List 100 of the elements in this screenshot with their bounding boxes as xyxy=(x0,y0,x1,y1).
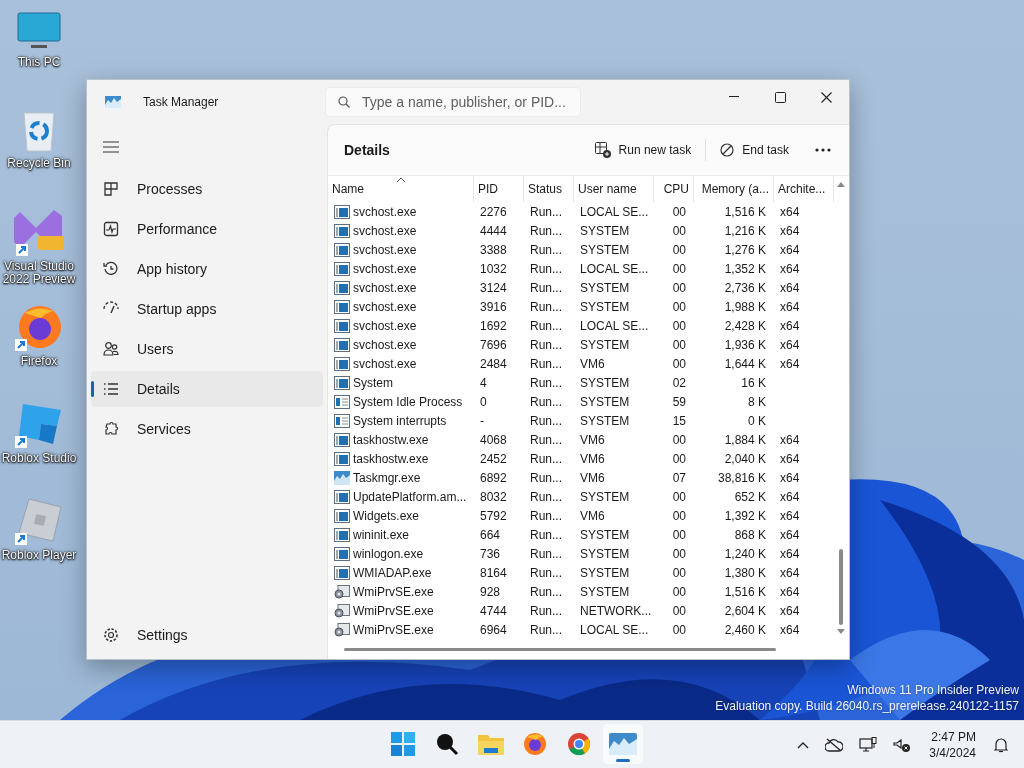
table-cell-text: 00 xyxy=(671,336,687,354)
table-cell-text: 7696 xyxy=(479,336,508,354)
settings-icon xyxy=(103,627,119,643)
search-field[interactable]: Type a name, publisher, or PID... xyxy=(325,87,581,117)
table-cell-text: VM6 xyxy=(579,355,606,373)
table-cell-text: 00 xyxy=(671,241,687,259)
chrome-icon[interactable] xyxy=(567,732,591,756)
table-cell-text: 1,988 K xyxy=(723,298,767,316)
table-cell-text: 4444 xyxy=(479,222,508,240)
table-cell-text: SYSTEM xyxy=(579,279,631,297)
table-cell-text: 00 xyxy=(671,545,687,563)
table-cell-text: VM6 xyxy=(579,507,606,525)
table-cell-text: 00 xyxy=(671,602,687,620)
table-cell-text: 00 xyxy=(671,317,687,335)
process-name: winlogon.exe xyxy=(353,546,424,561)
table-cell-text: Run... xyxy=(529,298,563,316)
table-cell-text: 0 xyxy=(479,393,488,411)
table-cell-text: x64 xyxy=(779,450,801,468)
program-window-icon xyxy=(334,280,350,295)
windows-logo-icon[interactable] xyxy=(391,732,415,756)
table-cell-text: LOCAL SE... xyxy=(579,621,650,639)
settings-nav-item[interactable]: Settings xyxy=(91,617,323,653)
nav-item[interactable]: Performance xyxy=(91,211,323,247)
table-cell-text: 2,736 K xyxy=(723,279,767,297)
new-task-icon xyxy=(594,142,611,158)
table-cell-text: x64 xyxy=(779,602,801,620)
process-name: Taskmgr.exe xyxy=(353,470,421,485)
nav-item[interactable]: Details xyxy=(91,371,323,407)
program-window-icon xyxy=(334,242,350,257)
task-manager-icon[interactable] xyxy=(609,733,637,755)
table-cell-text: Run... xyxy=(529,507,563,525)
table-cell-text: Run... xyxy=(529,583,563,601)
process-name: svchost.exe xyxy=(353,280,417,295)
table-cell-text: 1692 xyxy=(479,317,508,335)
table-cell-text: 38,816 K xyxy=(716,469,767,487)
table-cell-text: x64 xyxy=(779,621,801,639)
nav-item[interactable]: App history xyxy=(91,251,323,287)
search-icon xyxy=(338,96,350,108)
table-cell-text: 15 xyxy=(671,412,687,430)
table-cell-text: x64 xyxy=(779,488,801,506)
table-cell-text: 2,604 K xyxy=(723,602,767,620)
table-cell-text: VM6 xyxy=(579,450,606,468)
table-cell-text: LOCAL SE... xyxy=(579,203,650,221)
table-cell-text: 1,644 K xyxy=(723,355,767,373)
process-name: svchost.exe xyxy=(353,337,417,352)
table-cell-text: 3916 xyxy=(479,298,508,316)
table-cell-text: x64 xyxy=(779,298,801,316)
table-cell-text: x64 xyxy=(779,203,801,221)
table-cell-text: Run... xyxy=(529,412,563,430)
table-cell-text: 1,216 K xyxy=(723,222,767,240)
table-cell-text: Run... xyxy=(529,374,563,392)
table-cell-text: 1,240 K xyxy=(723,545,767,563)
end-task-button[interactable]: End task xyxy=(710,134,799,166)
cloud-off-icon xyxy=(825,737,844,752)
table-cell-text: SYSTEM xyxy=(579,545,631,563)
table-cell-text: 00 xyxy=(671,222,687,240)
run-new-task-button[interactable]: Run new task xyxy=(584,134,702,166)
table-cell-text: VM6 xyxy=(579,431,606,449)
table-cell-text: x64 xyxy=(779,317,801,335)
table-cell-text: 00 xyxy=(671,260,687,278)
program-window-icon xyxy=(334,223,350,238)
table-cell-text: 0 K xyxy=(747,412,767,430)
table-cell-text: 2,460 K xyxy=(723,621,767,639)
program-window-icon xyxy=(334,546,350,561)
table-cell-text: Run... xyxy=(529,203,563,221)
table-cell-text: x64 xyxy=(779,260,801,278)
horizontal-scrollbar[interactable] xyxy=(344,648,776,651)
nav-item[interactable]: Processes xyxy=(91,171,323,207)
nav-item[interactable]: Users xyxy=(91,331,323,367)
process-name: svchost.exe xyxy=(353,356,417,371)
history-icon xyxy=(103,261,119,277)
list-icon xyxy=(103,381,119,397)
table-cell-text: 3124 xyxy=(479,279,508,297)
program-window-icon xyxy=(334,356,350,371)
table-cell-text: Run... xyxy=(529,469,563,487)
nav-item[interactable]: Startup apps xyxy=(91,291,323,327)
process-name: WMIADAP.exe xyxy=(353,565,432,580)
nav-item[interactable]: Services xyxy=(91,411,323,447)
table-cell-text: Run... xyxy=(529,431,563,449)
table-cell-text: Run... xyxy=(529,355,563,373)
program-window-icon xyxy=(334,299,350,314)
program-window-icon xyxy=(334,204,350,219)
table-cell-text: Run... xyxy=(529,279,563,297)
clock[interactable]: 2:47 PM 3/4/2024 xyxy=(925,728,980,761)
process-name: WmiPrvSE.exe xyxy=(353,603,434,618)
table-cell-text: 1,352 K xyxy=(723,260,767,278)
table-cell-text: Run... xyxy=(529,241,563,259)
table-cell-text: 00 xyxy=(671,583,687,601)
table-cell-text: 1,516 K xyxy=(723,203,767,221)
firefox-icon[interactable] xyxy=(523,732,547,756)
table-cell-text: Run... xyxy=(529,336,563,354)
folder-icon[interactable] xyxy=(478,733,504,755)
table-cell-text: 00 xyxy=(671,488,687,506)
table-cell-text: 2,040 K xyxy=(723,450,767,468)
table-cell-text: 868 K xyxy=(733,526,767,544)
process-name: taskhostw.exe xyxy=(353,432,429,447)
network-tray-button[interactable] xyxy=(857,734,880,755)
recycle-bin-icon xyxy=(21,109,57,153)
table-cell-text: 00 xyxy=(671,431,687,449)
search-icon[interactable] xyxy=(435,732,459,756)
